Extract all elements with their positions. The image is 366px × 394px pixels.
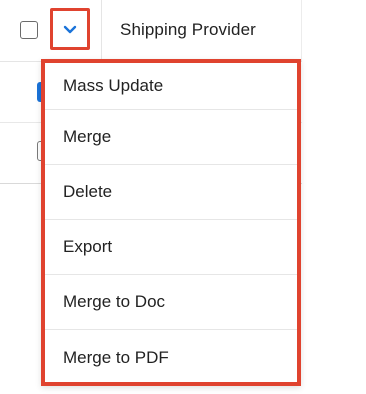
table-header-row: Shipping Provider (0, 0, 302, 62)
menu-item-merge-to-pdf[interactable]: Merge to PDF (45, 330, 297, 385)
select-all-checkbox[interactable] (20, 21, 38, 39)
column-divider (101, 0, 102, 61)
actions-dropdown-toggle[interactable] (50, 8, 90, 50)
column-divider (301, 0, 302, 61)
column-header-shipping-provider[interactable]: Shipping Provider (120, 20, 256, 40)
list-view: Shipping Provider Mass Update Merge Dele… (0, 0, 366, 394)
menu-item-delete[interactable]: Delete (45, 165, 297, 220)
menu-item-mass-update[interactable]: Mass Update (45, 63, 297, 110)
chevron-down-icon (63, 25, 77, 34)
menu-item-merge-to-doc[interactable]: Merge to Doc (45, 275, 297, 330)
actions-menu: Mass Update Merge Delete Export Merge to… (41, 59, 301, 386)
menu-item-merge[interactable]: Merge (45, 110, 297, 165)
menu-item-export[interactable]: Export (45, 220, 297, 275)
